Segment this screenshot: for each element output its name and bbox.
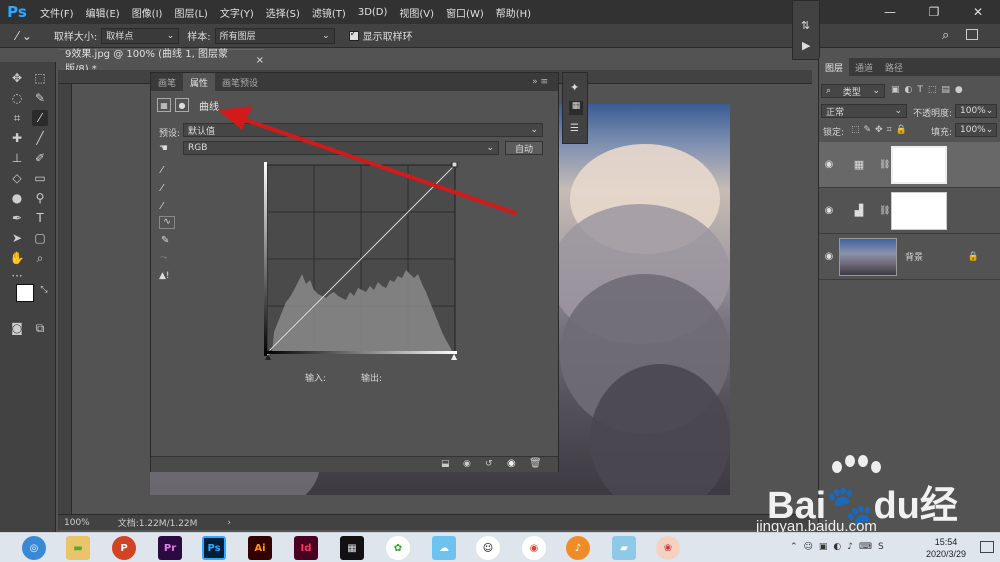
photoshop-icon[interactable]: Ps — [202, 536, 226, 560]
notification-icon[interactable] — [980, 541, 994, 553]
powerpoint-icon[interactable]: P — [112, 536, 136, 560]
video-player-icon[interactable]: ▦ — [340, 536, 364, 560]
notes-app-icon[interactable]: ▰ — [612, 536, 636, 560]
browser-icon[interactable]: ◎ — [22, 536, 46, 560]
premiere-icon[interactable]: Pr — [158, 536, 182, 560]
qq-icon[interactable]: ☺ — [476, 536, 500, 560]
indesign-icon[interactable]: Id — [294, 536, 318, 560]
chrome-icon[interactable]: ◉ — [522, 536, 546, 560]
clock-date: 2020/3/29 — [925, 549, 966, 559]
chat-app-icon[interactable]: ☁ — [432, 536, 456, 560]
avatar-app-icon[interactable]: ❀ — [656, 536, 680, 560]
clock-time: 15:54 — [934, 537, 958, 547]
file-explorer-icon[interactable]: ▬ — [66, 536, 90, 560]
windows-taskbar: ◎ ▬ P Pr Ps Ai Id ▦ ✿ ☁ ☺ ◉ ♪ ▰ ❀ ⌃☺▣◐♪⌨… — [0, 532, 1000, 562]
app-icon[interactable]: ✿ — [386, 536, 410, 560]
illustrator-icon[interactable]: Ai — [248, 536, 272, 560]
taskbar-clock[interactable]: 15:54 2020/3/29 — [926, 536, 966, 560]
system-tray-icons[interactable]: ⌃☺▣◐♪⌨S — [790, 542, 890, 552]
baidu-watermark: Bai🐾du经验 jingyan.baidu.com — [740, 455, 990, 562]
music-app-icon[interactable]: ♪ — [566, 536, 590, 560]
